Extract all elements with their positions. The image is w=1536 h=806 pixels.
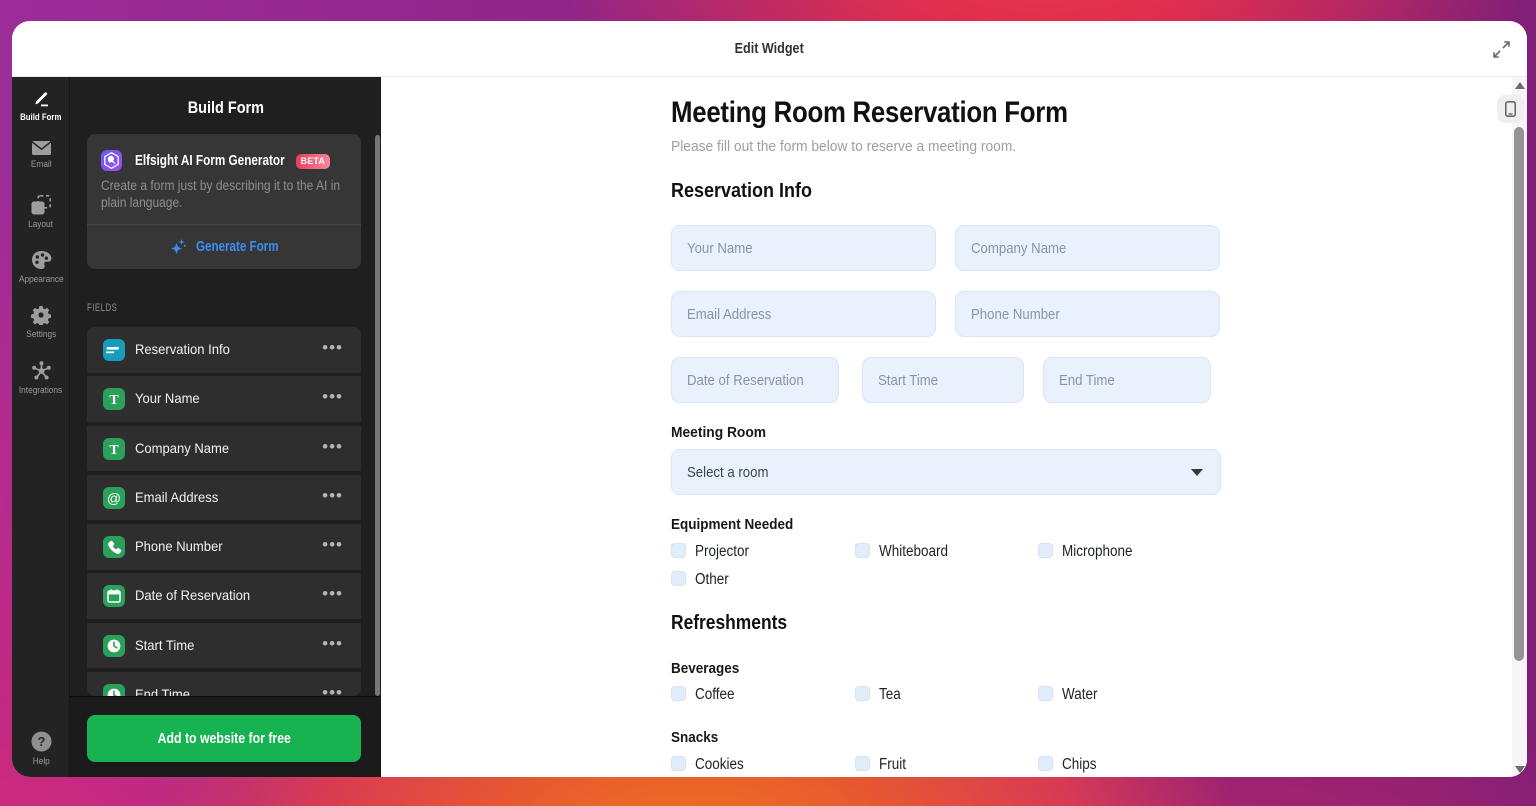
svg-text:T: T [109, 393, 119, 408]
svg-text:?: ? [37, 734, 45, 749]
svg-text:T: T [109, 443, 119, 458]
svg-text:@: @ [107, 490, 121, 506]
